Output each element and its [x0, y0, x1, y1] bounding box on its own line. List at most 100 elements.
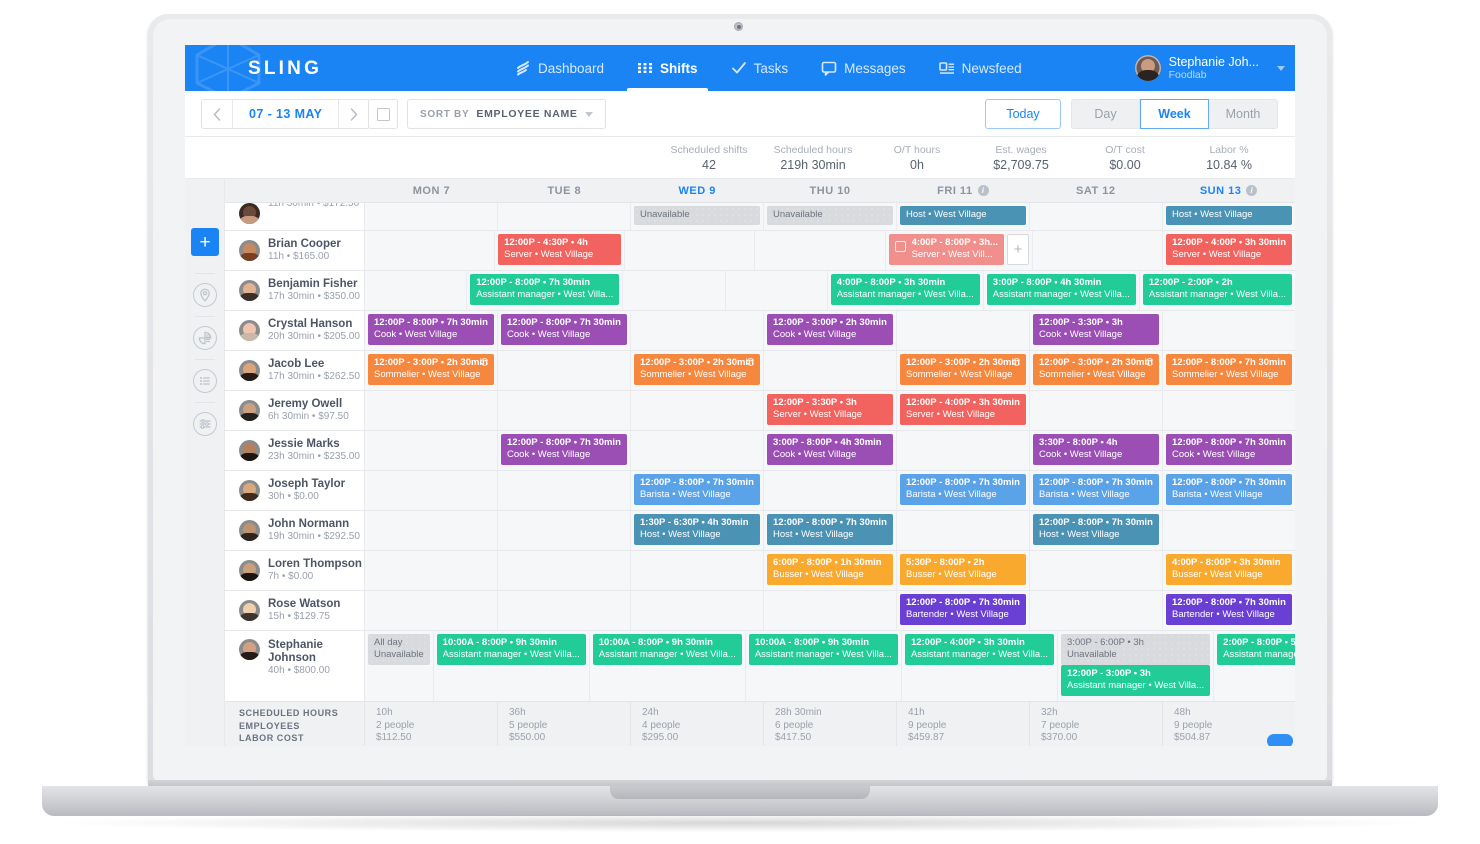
view-day-button[interactable]: Day	[1071, 99, 1140, 129]
schedule-cell[interactable]: Unavailable	[764, 203, 897, 230]
schedule-cell[interactable]	[498, 551, 631, 590]
schedule-cell[interactable]: 12:00P - 8:00P • 7h 30min Cook • West Vil…	[365, 311, 498, 350]
employee-cell[interactable]: Rose Watson 15h • $129.75	[225, 591, 365, 630]
shift-block[interactable]: 10:00A - 8:00P • 9h 30min Assistant manag…	[592, 634, 742, 665]
schedule-cell[interactable]: 12:00P - 8:00P • 7h 30min Host • West Vil…	[1030, 511, 1163, 550]
shift-block[interactable]: 12:00P - 3:00P • 2h 30min Cook • West Vil…	[767, 314, 893, 345]
schedule-cell[interactable]: 3:30P - 8:00P • 4h Cook • West Village	[1030, 431, 1163, 470]
location-pin-icon[interactable]	[193, 283, 217, 307]
day-header[interactable]: WED 9	[631, 179, 764, 202]
schedule-cell[interactable]	[1030, 591, 1163, 630]
shift-block[interactable]: 2:00P - 8:00P • 5hAssistant manager • We…	[1217, 634, 1295, 665]
shift-block[interactable]: 12:00P - 8:00P • 7h 30min Sommelier • Wes…	[1166, 354, 1292, 385]
view-month-button[interactable]: Month	[1209, 99, 1278, 129]
shift-block[interactable]: 4:00P - 8:00P • 3h 30min Assistant manage…	[830, 274, 980, 305]
schedule-cell[interactable]	[631, 431, 764, 470]
schedule-cell[interactable]	[764, 471, 897, 510]
nav-item-messages[interactable]: Messages	[821, 45, 906, 91]
profile-menu[interactable]: Stephanie Joh... Foodlab	[1134, 51, 1285, 85]
shift-checkbox[interactable]	[894, 241, 906, 252]
shift-block[interactable]: 12:00P - 8:00P • 7h 30min Host • West Vil…	[767, 514, 893, 545]
shift-block[interactable]: 1:30P - 6:30P • 4h 30min Host • West Vill…	[634, 514, 760, 545]
employee-cell[interactable]: Brian Cooper 11h • $165.00	[225, 231, 365, 270]
schedule-cell[interactable]: 12:00P - 8:00P • 7h 30min Bartender • Wes…	[1163, 591, 1295, 630]
schedule-cell[interactable]	[631, 311, 764, 350]
schedule-cell[interactable]: 12:00P - 3:00P • 2h 30min Sommelier • Wes…	[365, 351, 498, 390]
schedule-cell[interactable]	[897, 511, 1030, 550]
schedule-cell[interactable]: 4:00P - 8:00P • 3h... Server • West Vill.…	[886, 231, 1033, 270]
employee-cell[interactable]: Crystal Hanson 20h 30min • $205.00	[225, 311, 365, 350]
shift-block[interactable]: 12:00P - 4:30P • 4h Server • West Village	[498, 234, 622, 265]
pie-report-icon[interactable]	[193, 326, 217, 350]
shift-block[interactable]: 4:00P - 8:00P • 3h... Server • West Vill.…	[888, 234, 1004, 265]
schedule-cell[interactable]: 5:30P - 8:00P • 2h Busser • West Village	[897, 551, 1030, 590]
schedule-cell[interactable]: 12:00P - 8:00P • 7h 30min Host • West Vil…	[764, 511, 897, 550]
shift-block[interactable]: 12:00P - 8:00P • 7h 30min Cook • West Vil…	[1166, 434, 1292, 465]
schedule-cell[interactable]	[897, 431, 1030, 470]
employee-cell[interactable]: Jeremy Owell 6h 30min • $97.50	[225, 391, 365, 430]
schedule-cell[interactable]	[631, 591, 764, 630]
unavailable-block[interactable]: Unavailable	[634, 206, 760, 225]
schedule-cell[interactable]: 12:00P - 4:00P • 3h 30min Server • West V…	[897, 391, 1030, 430]
employee-cell[interactable]: Benjamin Fisher 17h 30min • $350.00	[225, 271, 365, 310]
add-assignee-button[interactable]: +	[1006, 234, 1029, 265]
shift-block[interactable]: 10:00A - 8:00P • 9h 30min Assistant manag…	[436, 634, 586, 665]
schedule-cell[interactable]: 3:00P - 8:00P • 4h 30min Assistant manage…	[984, 271, 1140, 310]
schedule-cell[interactable]: 12:00P - 3:30P • 3h Cook • West Village	[1030, 311, 1163, 350]
shift-block[interactable]: 12:00P - 4:00P • 3h 30min Assistant manag…	[904, 634, 1055, 665]
unavailable-block[interactable]: Unavailable	[767, 206, 893, 225]
next-week-button[interactable]	[338, 100, 369, 128]
shift-block[interactable]: Host • West Village	[900, 206, 1026, 225]
shift-block[interactable]: 12:00P - 3:30P • 3h Cook • West Village	[1033, 314, 1159, 345]
schedule-cell[interactable]	[498, 591, 631, 630]
select-all-button[interactable]	[368, 99, 398, 129]
schedule-cell[interactable]: 6:00P - 8:00P • 1h 30min Busser • West Vi…	[764, 551, 897, 590]
employee-cell[interactable]: Jacob Lee 17h 30min • $262.50	[225, 351, 365, 390]
schedule-cell[interactable]	[365, 231, 496, 270]
scroll-indicator[interactable]	[1267, 734, 1293, 746]
schedule-cell[interactable]: Unavailable	[631, 203, 764, 230]
shift-block[interactable]: 6:00P - 8:00P • 1h 30min Busser • West Vi…	[767, 554, 893, 585]
shift-block[interactable]: 5:30P - 8:00P • 2h Busser • West Village	[900, 554, 1026, 585]
schedule-cell[interactable]	[1163, 511, 1295, 550]
shift-block[interactable]: 3:00P - 8:00P • 4h 30min Cook • West Vill…	[767, 434, 893, 465]
schedule-cell[interactable]	[365, 271, 468, 310]
shift-block[interactable]: 12:00P - 8:00P • 7h 30min Cook • West Vil…	[501, 314, 627, 345]
schedule-cell[interactable]	[365, 511, 498, 550]
app-logo[interactable]: SLING	[248, 58, 322, 80]
schedule-cell[interactable]	[498, 203, 631, 230]
schedule-cell[interactable]	[1030, 203, 1163, 230]
nav-item-newsfeed[interactable]: Newsfeed	[938, 45, 1022, 91]
schedule-cell[interactable]: 12:00P - 8:00P • 7h 30min Barista • West …	[1163, 471, 1295, 510]
schedule-cell[interactable]	[365, 203, 498, 230]
shift-block[interactable]: 12:00P - 3:00P • 2h 30min Sommelier • Wes…	[1033, 354, 1159, 385]
schedule-cell[interactable]: 12:00P - 3:00P • 2h 30min Sommelier • Wes…	[897, 351, 1030, 390]
schedule-cell[interactable]	[1163, 391, 1295, 430]
schedule-cell[interactable]	[1030, 551, 1163, 590]
shift-block[interactable]: 3:30P - 8:00P • 4h Cook • West Village	[1033, 434, 1159, 465]
unavailable-block[interactable]: 3:00P - 6:00P • 3h Unavailable	[1061, 634, 1211, 665]
schedule-cell[interactable]	[623, 271, 726, 310]
day-header[interactable]: THU 10	[764, 179, 897, 202]
chevron-down-icon[interactable]	[1277, 65, 1285, 71]
nav-item-shifts[interactable]: Shifts	[627, 45, 708, 91]
schedule-cell[interactable]	[897, 311, 1030, 350]
schedule-cell[interactable]: 12:00P - 3:30P • 3h Server • West Village	[764, 391, 897, 430]
schedule-cell[interactable]	[625, 231, 756, 270]
shift-block[interactable]: 12:00P - 4:00P • 3h 30min Server • West V…	[900, 394, 1026, 425]
schedule-cell[interactable]	[755, 231, 886, 270]
schedule-cell[interactable]: All day Unavailable	[365, 631, 434, 701]
schedule-cell[interactable]: 12:00P - 4:00P • 3h 30min Assistant manag…	[902, 631, 1059, 701]
employee-cell[interactable]: Stephanie Johnson 40h • $800.00	[225, 631, 365, 701]
schedule-cell[interactable]: 10:00A - 8:00P • 9h 30min Assistant manag…	[590, 631, 746, 701]
schedule-cell[interactable]	[498, 471, 631, 510]
shift-block[interactable]: 12:00P - 3:00P • 3h Assistant manager • W…	[1061, 665, 1211, 696]
filter-sliders-icon[interactable]	[193, 412, 217, 436]
schedule-cell[interactable]: 12:00P - 8:00P • 7h 30min Assistant manag…	[467, 271, 624, 310]
add-shift-button[interactable]: +	[191, 228, 219, 256]
day-header[interactable]: FRI 11 i	[896, 179, 1029, 202]
shift-block[interactable]: 10:00A - 8:00P • 9h 30min Assistant manag…	[748, 634, 898, 665]
schedule-cell[interactable]: 12:00P - 8:00P • 7h 30min Sommelier • Wes…	[1163, 351, 1295, 390]
schedule-cell[interactable]: 12:00P - 4:00P • 3h 30min Server • West V…	[1163, 231, 1295, 270]
shift-block[interactable]: 12:00P - 8:00P • 7h 30min Bartender • Wes…	[900, 594, 1026, 625]
